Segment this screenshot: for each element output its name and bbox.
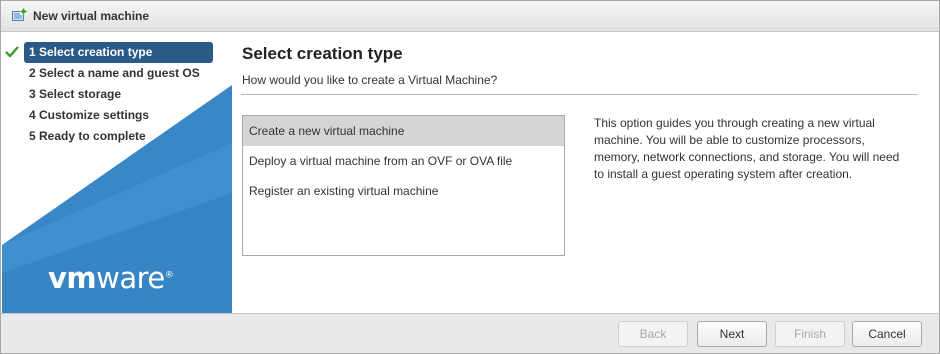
next-button[interactable]: Next <box>697 321 767 347</box>
wizard-steps: 1 Select creation type 2 Select a name a… <box>2 42 232 147</box>
page-title: Select creation type <box>242 44 403 63</box>
title-bar: New virtual machine <box>1 1 939 32</box>
new-vm-icon <box>12 8 27 21</box>
page-subtitle: How would you like to create a Virtual M… <box>242 73 498 87</box>
wizard-content: Select creation type How would you like … <box>232 33 939 313</box>
checkmark-icon <box>5 46 19 58</box>
finish-button[interactable]: Finish <box>775 321 845 347</box>
dialog-title: New virtual machine <box>33 9 150 23</box>
option-register-existing-vm[interactable]: Register an existing virtual machine <box>243 176 564 206</box>
back-button[interactable]: Back <box>618 321 688 347</box>
option-deploy-ovf-ova[interactable]: Deploy a virtual machine from an OVF or … <box>243 146 564 176</box>
wizard-footer: Back Next Finish Cancel <box>1 313 939 353</box>
step-ready-to-complete[interactable]: 5 Ready to complete <box>2 126 232 147</box>
step-label: 3 Select storage <box>29 87 122 101</box>
option-description: This option guides you through creating … <box>594 116 900 181</box>
cancel-button[interactable]: Cancel <box>852 321 922 347</box>
divider <box>241 94 918 95</box>
step-select-storage[interactable]: 3 Select storage <box>2 84 232 105</box>
step-label: 5 Ready to complete <box>29 129 146 143</box>
wizard-sidebar: 1 Select creation type 2 Select a name a… <box>2 33 232 313</box>
step-customize-settings[interactable]: 4 Customize settings <box>2 105 232 126</box>
new-vm-dialog: New virtual machine 1 Select creation ty… <box>0 0 940 354</box>
step-label: 2 Select a name and guest OS <box>29 66 200 80</box>
vmware-logo: vmware® <box>48 261 174 295</box>
option-create-new-vm[interactable]: Create a new virtual machine <box>243 116 564 146</box>
step-select-creation-type[interactable]: 1 Select creation type <box>5 42 213 63</box>
step-label: 1 Select creation type <box>29 45 153 59</box>
creation-type-list: Create a new virtual machine Deploy a vi… <box>242 115 565 256</box>
step-select-name-guest-os[interactable]: 2 Select a name and guest OS <box>2 63 232 84</box>
step-label: 4 Customize settings <box>29 108 150 122</box>
